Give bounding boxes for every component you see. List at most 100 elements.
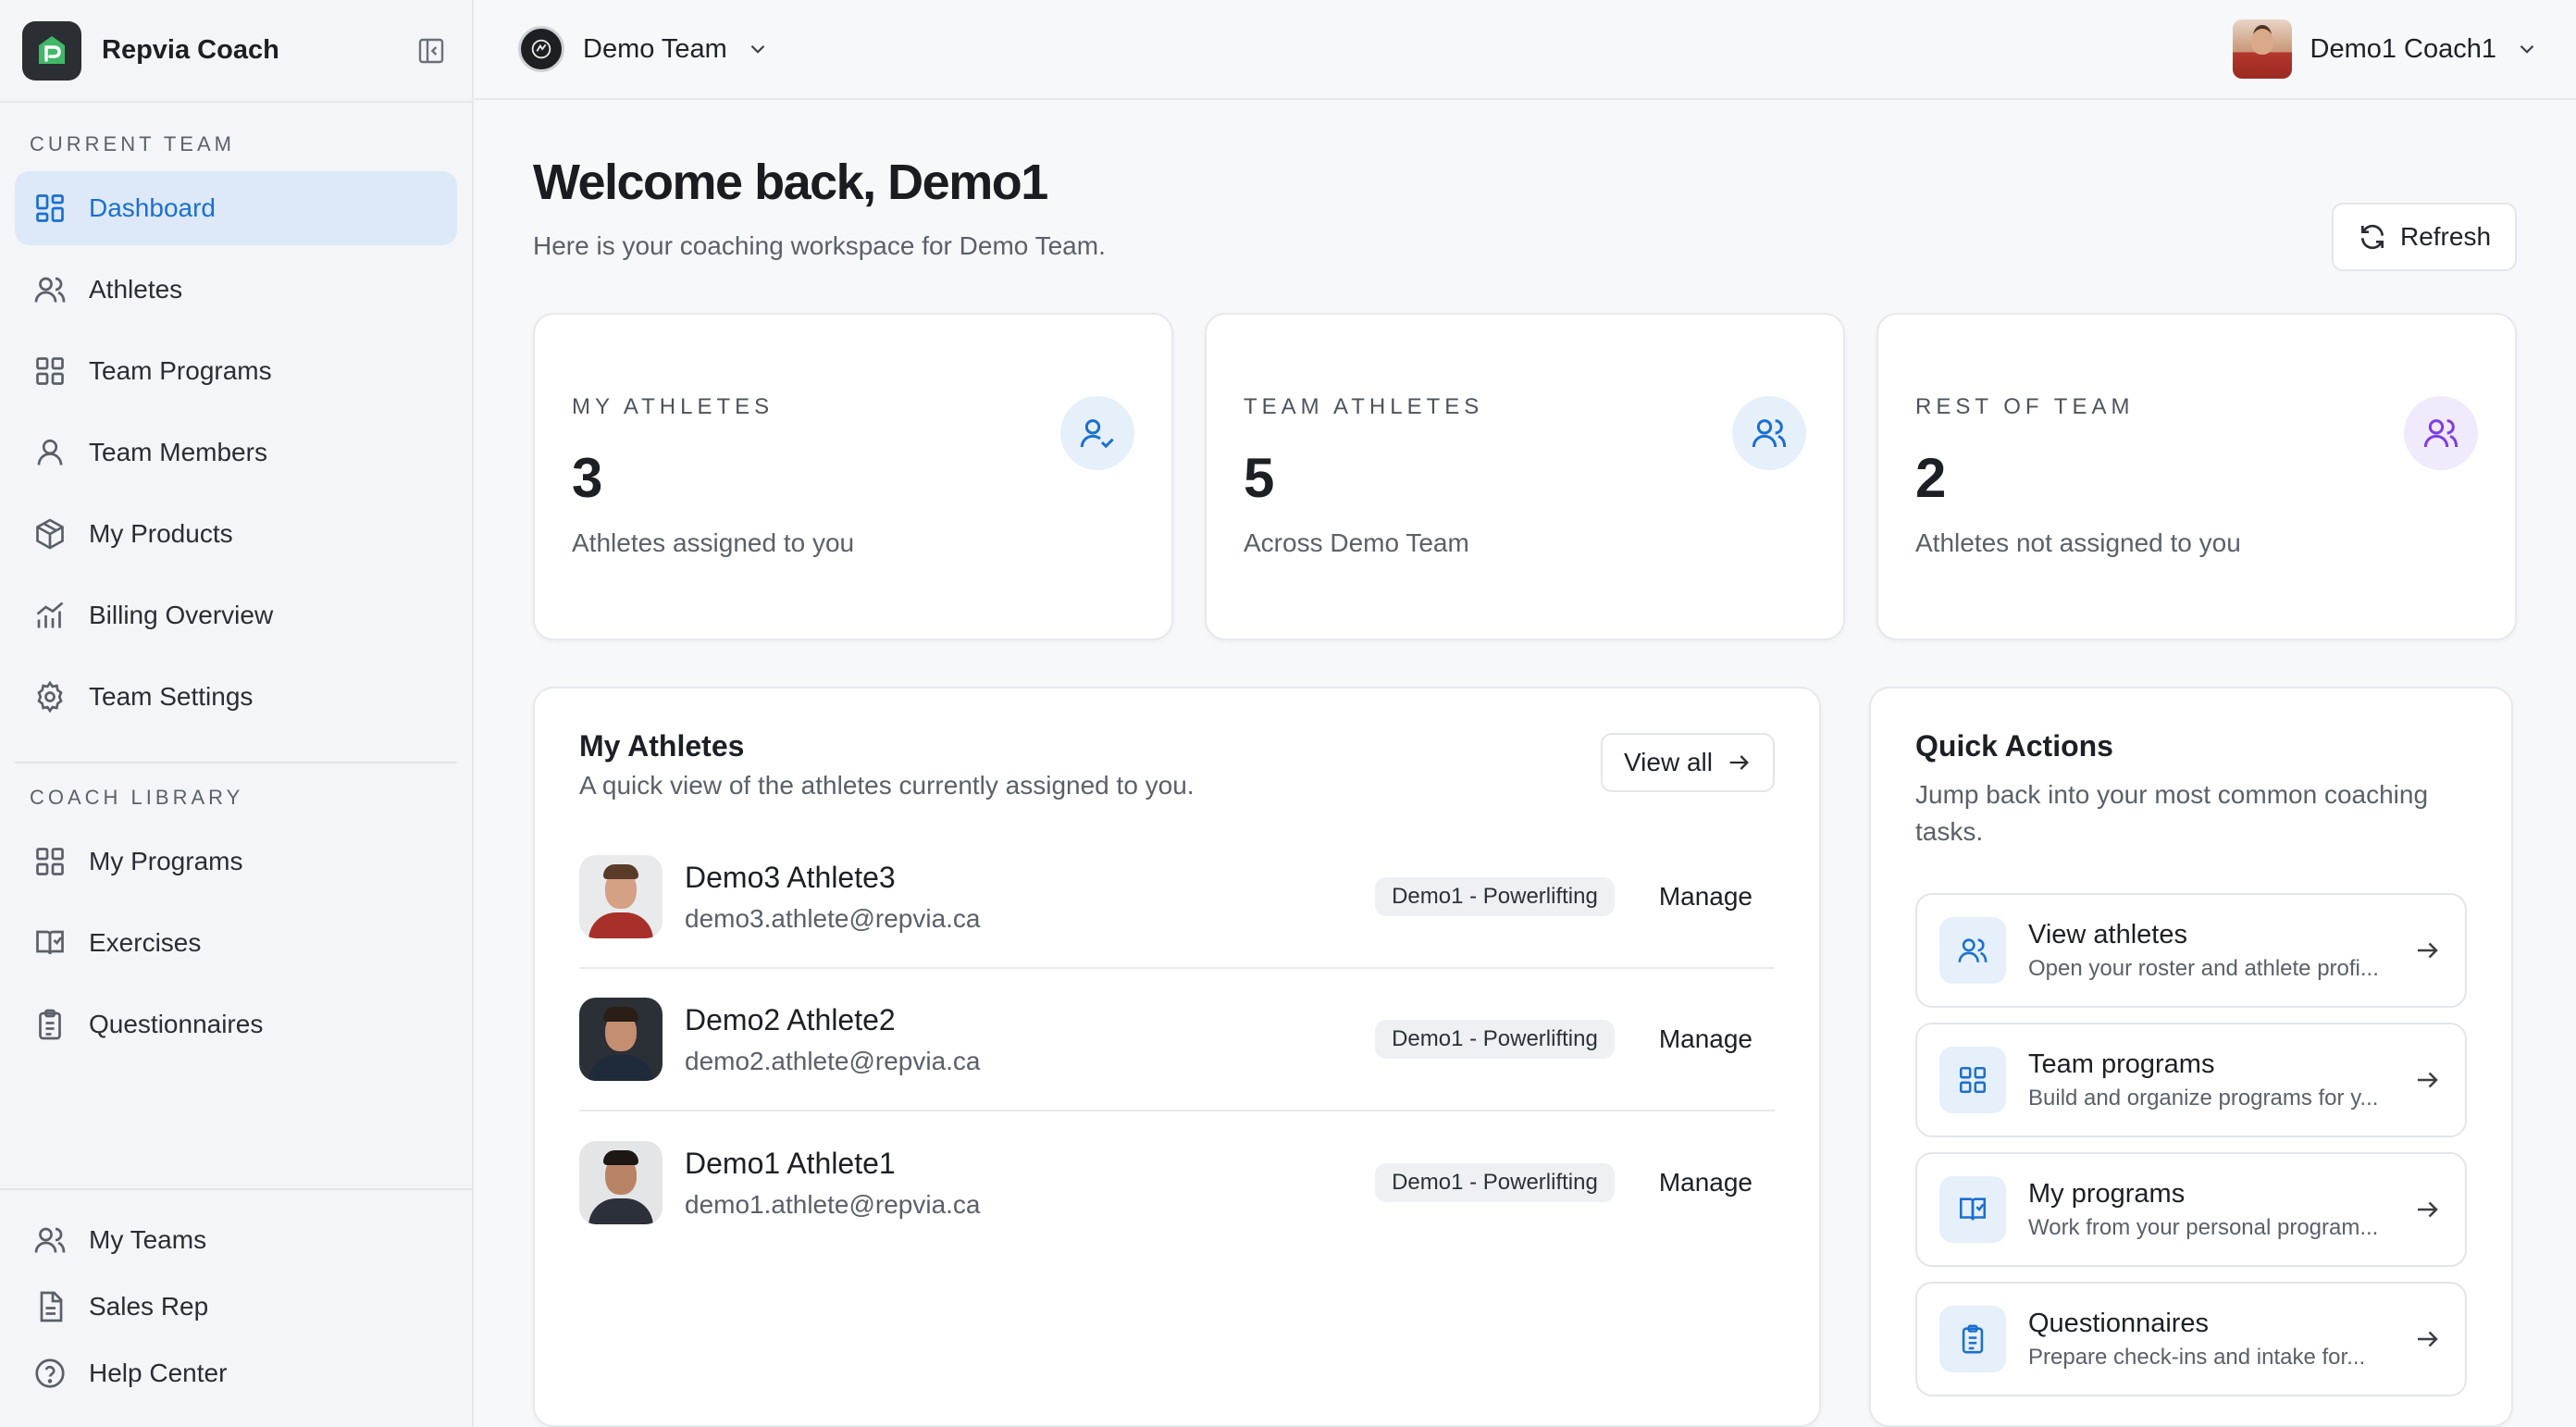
athlete-email: demo2.athlete@repvia.ca	[685, 1046, 981, 1075]
arrow-right-icon	[2418, 942, 2438, 959]
sidebar-item-team-members[interactable]: Team Members	[15, 416, 457, 490]
clipboard-icon	[1939, 1306, 2006, 1372]
dashboard-content: Welcome back, Demo1 Here is your coachin…	[474, 100, 2576, 1427]
sidebar-item-label: Team Programs	[89, 356, 272, 385]
sidebar-item-exercises[interactable]: Exercises	[15, 906, 457, 980]
panel-subtitle: Jump back into your most common coaching…	[1915, 780, 2429, 846]
athlete-row[interactable]: Demo2 Athlete2 demo2.athlete@repvia.ca D…	[579, 969, 1775, 1111]
quick-action-text: My programs Work from your personal prog…	[2028, 1179, 2398, 1241]
sidebar-item-my-teams[interactable]: My Teams	[15, 1210, 457, 1270]
panel-title: My Athletes	[579, 729, 745, 763]
page-subtitle: Here is your coaching workspace for Demo…	[533, 231, 1106, 260]
arrow-right-icon	[1729, 755, 1749, 770]
quick-action-view-athletes[interactable]: View athletes Open your roster and athle…	[1915, 893, 2467, 1008]
stat-value: 3	[572, 447, 603, 509]
sidebar-item-questionnaires[interactable]: Questionnaires	[15, 987, 457, 1061]
athlete-row[interactable]: Demo3 Athlete3 demo3.athlete@repvia.ca D…	[579, 826, 1775, 969]
athlete-email: demo1.athlete@repvia.ca	[685, 1189, 981, 1219]
quick-action-description: Build and organize programs for y...	[2028, 1085, 2379, 1111]
section-label-current-team: CURRENT TEAM	[30, 132, 235, 155]
sidebar-divider	[15, 762, 457, 763]
sidebar-item-team-programs[interactable]: Team Programs	[15, 334, 457, 408]
stat-label: MY ATHLETES	[572, 394, 774, 419]
team-logo-icon	[518, 26, 564, 72]
athlete-info: Demo3 Athlete3 demo3.athlete@repvia.ca	[685, 861, 1375, 934]
program-badge: Demo1 - Powerlifting	[1375, 877, 1615, 916]
sidebar-item-sales-rep[interactable]: Sales Rep	[15, 1277, 457, 1336]
team-switcher[interactable]: Demo Team	[518, 26, 770, 72]
sidebar-item-label: Exercises	[89, 928, 202, 957]
document-icon	[40, 1291, 63, 1322]
view-all-button[interactable]: View all	[1601, 733, 1775, 792]
chevron-down-icon	[2520, 44, 2534, 54]
sidebar-item-label: Team Members	[89, 438, 267, 466]
refresh-button[interactable]: Refresh	[2332, 203, 2517, 271]
current-team-nav: Dashboard Athletes Team Programs Team Me…	[0, 171, 472, 741]
athlete-info: Demo1 Athlete1 demo1.athlete@repvia.ca	[685, 1147, 1375, 1220]
stat-description: Across Demo Team	[1244, 528, 1469, 557]
sidebar-item-athletes[interactable]: Athletes	[15, 253, 457, 327]
stat-card-my-athletes: MY ATHLETES 3 Athletes assigned to you	[533, 313, 1173, 640]
users-icon	[34, 1227, 66, 1253]
chevron-down-icon	[750, 44, 765, 54]
user-icon	[37, 439, 63, 465]
sidebar-item-my-programs[interactable]: My Programs	[15, 825, 457, 899]
quick-action-team-programs[interactable]: Team programs Build and organize program…	[1915, 1023, 2467, 1137]
athlete-avatar	[579, 998, 663, 1081]
quick-action-title: Questionnaires	[2028, 1308, 2210, 1338]
athlete-row[interactable]: Demo1 Athlete1 demo1.athlete@repvia.ca D…	[579, 1111, 1775, 1254]
manage-button[interactable]: Manage	[1659, 1168, 1752, 1197]
sidebar-item-label: My Programs	[89, 847, 243, 875]
arrow-right-icon	[2418, 1331, 2438, 1347]
athlete-name: Demo2 Athlete2	[685, 1002, 896, 1036]
sidebar-item-my-products[interactable]: My Products	[15, 497, 457, 571]
page-title: Welcome back, Demo1	[533, 155, 1048, 210]
athlete-avatar	[579, 855, 663, 938]
users-icon	[2404, 396, 2478, 470]
user-menu[interactable]: Demo1 Coach1	[2232, 19, 2540, 79]
panel-title: Quick Actions	[1915, 729, 2113, 763]
quick-action-description: Open your roster and athlete profi...	[2028, 955, 2379, 981]
box-icon	[36, 518, 64, 550]
sidebar-item-label: Sales Rep	[89, 1292, 209, 1321]
stat-label: REST OF TEAM	[1915, 394, 2135, 419]
sidebar-item-team-settings[interactable]: Team Settings	[15, 660, 457, 734]
athlete-avatar	[579, 1141, 663, 1224]
athlete-name: Demo3 Athlete3	[685, 860, 896, 894]
quick-action-text: Questionnaires Prepare check-ins and int…	[2028, 1309, 2398, 1371]
refresh-icon	[2360, 224, 2384, 250]
main-area: Demo Team Demo1 Coach1 Welcome back, Dem…	[474, 0, 2576, 1427]
program-badge: Demo1 - Powerlifting	[1375, 1020, 1615, 1059]
sidebar-item-label: Dashboard	[89, 193, 216, 222]
coach-library-nav: My Programs Exercises Questionnaires	[0, 825, 472, 1069]
user-avatar	[2232, 19, 2292, 79]
stat-card-rest-of-team: REST OF TEAM 2 Athletes not assigned to …	[1876, 313, 2517, 640]
quick-actions-panel: Quick Actions Jump back into your most c…	[1869, 687, 2513, 1427]
sidebar-item-label: Team Settings	[89, 682, 254, 711]
clipboard-icon	[39, 1009, 61, 1040]
stat-description: Athletes assigned to you	[572, 528, 855, 557]
athlete-name: Demo1 Athlete1	[685, 1146, 896, 1180]
sidebar-item-label: My Teams	[89, 1225, 207, 1254]
brand-name: Repvia Coach	[102, 35, 279, 65]
athlete-info: Demo2 Athlete2 demo2.athlete@repvia.ca	[685, 1003, 1375, 1076]
stats-row: MY ATHLETES 3 Athletes assigned to you T…	[533, 313, 2517, 640]
manage-button[interactable]: Manage	[1659, 1024, 1752, 1054]
manage-button[interactable]: Manage	[1659, 882, 1752, 912]
collapse-sidebar-icon[interactable]	[413, 32, 450, 69]
sidebar-item-label: Help Center	[89, 1359, 228, 1387]
users-icon	[34, 277, 66, 303]
athlete-email: demo3.athlete@repvia.ca	[685, 903, 981, 933]
sidebar-item-help-center[interactable]: Help Center	[15, 1344, 457, 1403]
quick-action-questionnaires[interactable]: Questionnaires Prepare check-ins and int…	[1915, 1282, 2467, 1396]
sidebar-item-dashboard[interactable]: Dashboard	[15, 171, 457, 245]
stat-value: 5	[1244, 447, 1275, 509]
quick-action-my-programs[interactable]: My programs Work from your personal prog…	[1915, 1152, 2467, 1267]
user-check-icon	[1060, 396, 1134, 470]
sidebar-item-billing-overview[interactable]: Billing Overview	[15, 578, 457, 652]
sidebar-item-label: Athletes	[89, 275, 183, 304]
book-icon	[1939, 1176, 2006, 1243]
brand-logo-icon[interactable]	[22, 20, 81, 81]
panel-subtitle: A quick view of the athletes currently a…	[579, 771, 1195, 800]
sidebar-item-label: Questionnaires	[89, 1010, 264, 1038]
